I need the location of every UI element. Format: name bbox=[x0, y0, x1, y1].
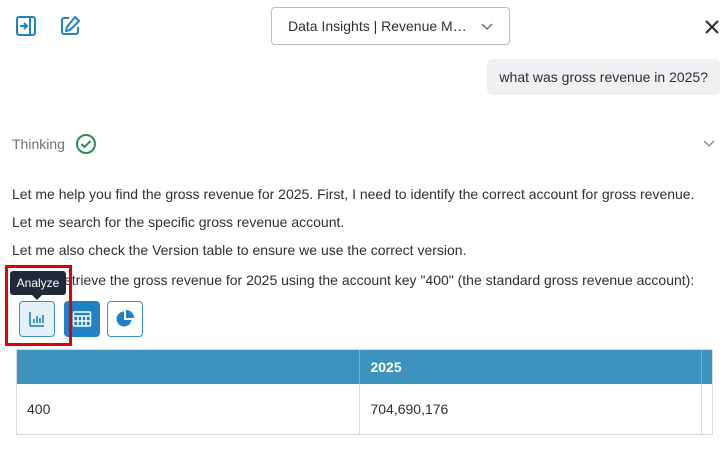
sidebar-expand-icon[interactable] bbox=[12, 12, 40, 40]
pie-chart-icon bbox=[116, 310, 134, 327]
chevron-down-icon bbox=[481, 23, 493, 31]
highlight-box bbox=[5, 265, 72, 346]
thinking-label: Thinking bbox=[12, 136, 65, 152]
table-row: 400 704,690,176 bbox=[17, 384, 712, 434]
table-header-row: 2025 bbox=[17, 350, 712, 384]
table-icon bbox=[72, 311, 92, 327]
dataset-selector-label: Data Insights | Revenue Mo... bbox=[288, 18, 471, 34]
chevron-down-icon[interactable] bbox=[702, 137, 716, 151]
table-header-cell bbox=[17, 350, 361, 384]
thinking-toggle[interactable]: Thinking bbox=[12, 131, 718, 157]
close-icon[interactable] bbox=[698, 13, 726, 41]
user-message: what was gross revenue in 2025? bbox=[487, 59, 720, 95]
assistant-line: Let me search for the specific gross rev… bbox=[12, 214, 345, 230]
assistant-line: etrieve the gross revenue for 2025 using… bbox=[64, 272, 695, 288]
pie-chart-button[interactable] bbox=[107, 301, 143, 337]
result-table: 2025 400 704,690,176 bbox=[16, 349, 713, 435]
table-header-cell: 2025 bbox=[370, 359, 402, 375]
check-circle-icon bbox=[75, 134, 96, 154]
assistant-line: Let me also check the Version table to e… bbox=[12, 242, 467, 258]
table-cell: 704,690,176 bbox=[370, 401, 449, 417]
table-cell bbox=[701, 384, 712, 434]
dataset-selector[interactable]: Data Insights | Revenue Mo... bbox=[271, 7, 510, 45]
table-cell: 400 bbox=[17, 384, 361, 434]
table-header-cell bbox=[701, 350, 712, 384]
edit-icon[interactable] bbox=[56, 12, 84, 40]
assistant-line: Let me help you find the gross revenue f… bbox=[12, 186, 695, 202]
